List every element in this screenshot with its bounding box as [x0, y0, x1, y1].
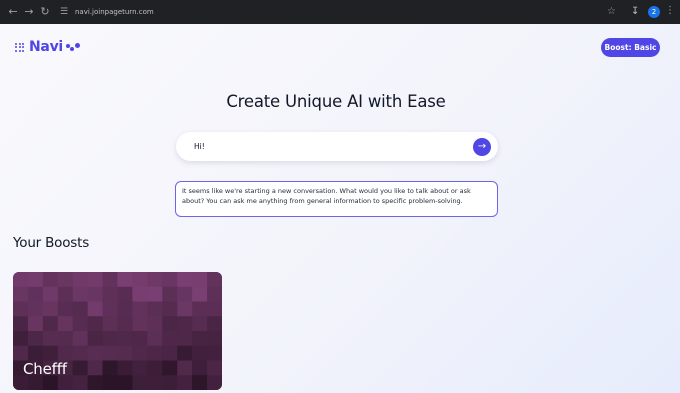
page: Navi Boost: Basic Create Unique AI with …	[0, 24, 680, 393]
send-button[interactable]: →	[473, 138, 491, 156]
address-bar[interactable]: ☰ navi.joinpageturn.com	[56, 4, 652, 21]
boost-card-title: Chefff	[23, 360, 67, 378]
back-icon[interactable]: ←	[6, 5, 20, 19]
site-info-icon[interactable]: ☰	[60, 6, 68, 19]
url-text: navi.joinpageturn.com	[75, 8, 154, 16]
boost-plan-button[interactable]: Boost: Basic	[601, 38, 660, 57]
apps-grid-icon	[15, 42, 24, 52]
profile-avatar[interactable]: 2	[648, 6, 660, 18]
assistant-response: It seems like we're starting a new conve…	[175, 181, 498, 217]
logo[interactable]: Navi	[15, 38, 81, 56]
forward-icon[interactable]: →	[22, 5, 36, 19]
logo-dots-icon	[65, 42, 81, 52]
more-menu-icon[interactable]: ⋮	[665, 4, 675, 18]
reload-icon[interactable]: ↻	[38, 5, 52, 19]
boost-card[interactable]: Chefff	[13, 272, 222, 390]
section-title-boosts: Your Boosts	[13, 235, 90, 251]
chat-input[interactable]	[194, 139, 464, 154]
page-title: Create Unique AI with Ease	[226, 92, 446, 111]
download-icon[interactable]: ↧	[631, 5, 639, 19]
browser-toolbar: ← → ↻ ☰ navi.joinpageturn.com ☆ ↧ 2 ⋮	[0, 0, 680, 24]
logo-text: Navi	[29, 39, 63, 55]
arrow-right-icon: →	[477, 141, 487, 152]
chat-input-container	[176, 132, 498, 161]
bookmark-star-icon[interactable]: ☆	[607, 5, 616, 19]
